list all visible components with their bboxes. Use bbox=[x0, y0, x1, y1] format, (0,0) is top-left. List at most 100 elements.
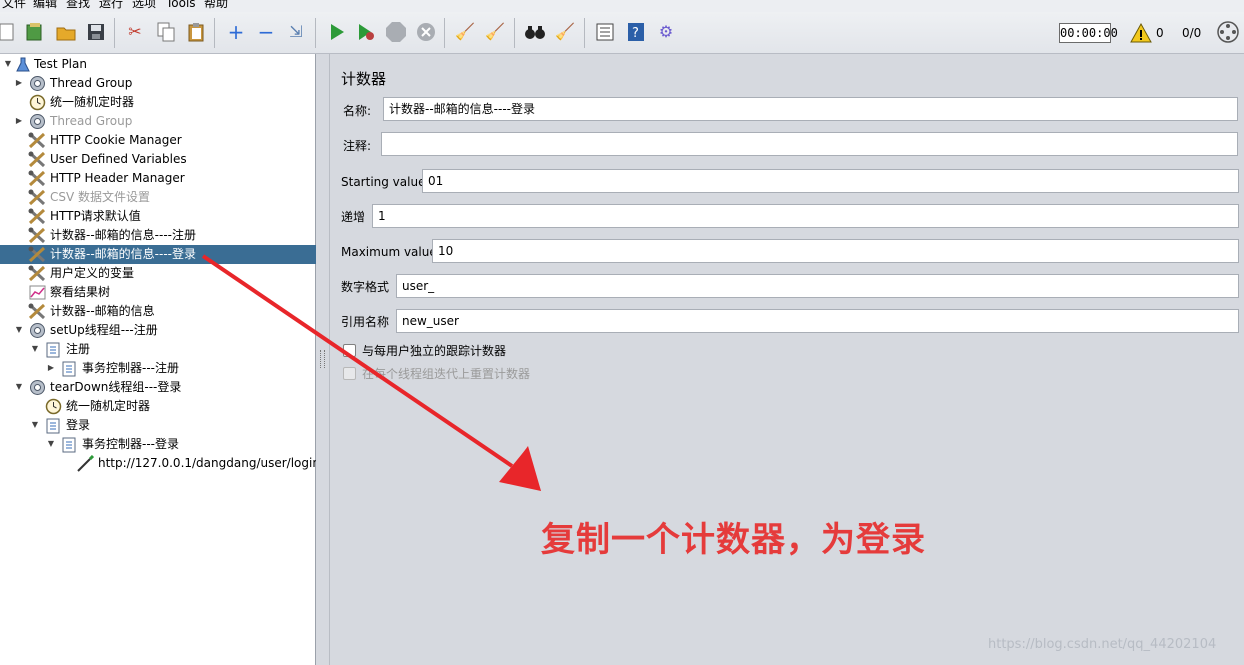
tree-node[interactable]: 统一随机定时器 bbox=[0, 397, 316, 416]
status-indicator-icon bbox=[1217, 21, 1239, 43]
config-tools-icon bbox=[28, 189, 46, 206]
collapse-all-icon[interactable]: − bbox=[255, 21, 277, 43]
test-plan-icon bbox=[14, 56, 32, 73]
menu-file[interactable]: 文件 bbox=[2, 0, 26, 10]
expanded-toggle-icon[interactable]: ▼ bbox=[46, 436, 56, 452]
reference-name-field[interactable]: new_user bbox=[396, 309, 1239, 333]
reset-per-iteration-label: 在每个线程组迭代上重置计数器 bbox=[362, 367, 531, 381]
tree-node[interactable]: ▶ 事务控制器---注册 bbox=[0, 359, 316, 378]
paste-icon[interactable] bbox=[185, 21, 207, 43]
clear-icon[interactable]: 🧹 bbox=[454, 21, 476, 43]
tree-node[interactable]: CSV 数据文件设置 bbox=[0, 188, 316, 207]
tree-node-label: Thread Group bbox=[50, 114, 133, 128]
copy-icon[interactable] bbox=[155, 21, 177, 43]
start-icon[interactable] bbox=[326, 21, 348, 43]
templates-icon[interactable] bbox=[24, 21, 46, 43]
tree-node[interactable]: 计数器--邮箱的信息----登录 bbox=[0, 245, 316, 264]
config-tools-icon bbox=[28, 170, 46, 187]
controller-icon bbox=[60, 436, 78, 453]
split-pane-divider[interactable] bbox=[316, 54, 330, 665]
shutdown-icon[interactable] bbox=[415, 21, 437, 43]
annotation-text: 复制一个计数器，为登录 bbox=[541, 520, 926, 560]
toggle-icon[interactable]: ⇲ bbox=[285, 21, 307, 43]
watermark: https://blog.csdn.net/qq_44202104 bbox=[988, 637, 1217, 652]
divider-grip[interactable] bbox=[320, 350, 325, 368]
track-per-user-checkbox[interactable] bbox=[343, 344, 356, 357]
tree-node[interactable]: ▶ Thread Group bbox=[0, 74, 316, 93]
clear-all-icon[interactable]: 🧹 bbox=[484, 21, 506, 43]
tree-node-label: 用户定义的变量 bbox=[50, 266, 135, 280]
open-folder-icon[interactable] bbox=[55, 21, 77, 43]
config-tools-icon bbox=[28, 132, 46, 149]
tree-node[interactable]: HTTP Header Manager bbox=[0, 169, 316, 188]
starting-value-field[interactable]: 01 bbox=[422, 169, 1239, 193]
number-format-field[interactable]: user_ bbox=[396, 274, 1239, 298]
gear-icon bbox=[28, 113, 46, 130]
config-tools-icon bbox=[28, 246, 46, 263]
controller-icon bbox=[60, 360, 78, 377]
tree-node[interactable]: ▼ Test Plan bbox=[0, 55, 316, 74]
tree-node-label: setUp线程组---注册 bbox=[50, 323, 158, 337]
help-book-icon[interactable]: ? bbox=[625, 21, 647, 43]
search-binoculars-icon[interactable] bbox=[524, 21, 546, 43]
tree-node-label: 注册 bbox=[66, 342, 91, 356]
tree-node[interactable]: ▼ tearDown线程组---登录 bbox=[0, 378, 316, 397]
svg-text:?: ? bbox=[632, 26, 639, 41]
tree-node[interactable]: ▼ 注册 bbox=[0, 340, 316, 359]
tree-node[interactable]: ▼ setUp线程组---注册 bbox=[0, 321, 316, 340]
tree-node[interactable]: HTTP Cookie Manager bbox=[0, 131, 316, 150]
save-icon[interactable] bbox=[85, 21, 107, 43]
function-helper-icon[interactable] bbox=[594, 21, 616, 43]
panel-title: 计数器 bbox=[341, 70, 387, 88]
expanded-toggle-icon[interactable]: ▼ bbox=[14, 322, 24, 338]
expanded-toggle-icon[interactable]: ▼ bbox=[30, 417, 40, 433]
tree-node-label: HTTP请求默认值 bbox=[50, 209, 141, 223]
start-no-pause-icon[interactable] bbox=[355, 21, 377, 43]
collapsed-toggle-icon[interactable]: ▶ bbox=[14, 75, 24, 91]
expanded-toggle-icon[interactable]: ▼ bbox=[3, 56, 13, 72]
number-format-label: 数字格式 bbox=[341, 280, 390, 294]
warning-count: 0 bbox=[1156, 26, 1164, 40]
config-tools-icon bbox=[28, 227, 46, 244]
tree-node[interactable]: ▼ 事务控制器---登录 bbox=[0, 435, 316, 454]
tree-node-label: 统一随机定时器 bbox=[50, 95, 135, 109]
tree-node[interactable]: 计数器--邮箱的信息 bbox=[0, 302, 316, 321]
collapsed-toggle-icon[interactable]: ▶ bbox=[14, 113, 24, 129]
expand-all-icon[interactable]: + bbox=[225, 21, 247, 43]
menu-tools[interactable]: Tools bbox=[166, 0, 196, 10]
tree-node[interactable]: 用户定义的变量 bbox=[0, 264, 316, 283]
reset-search-icon[interactable]: 🧹 bbox=[554, 21, 576, 43]
tree-node[interactable]: http://127.0.0.1/dangdang/user/login bbox=[0, 454, 320, 473]
tree-node[interactable]: 察看结果树 bbox=[0, 283, 316, 302]
test-plan-tree: ▼ Test Plan ▶ Thread Group 统一随机定时器 ▶ Thread Gr… bbox=[0, 54, 320, 665]
stop-icon[interactable] bbox=[385, 21, 407, 43]
gear-icon bbox=[28, 75, 46, 92]
new-icon[interactable] bbox=[0, 21, 18, 43]
menu-edit[interactable]: 编辑 bbox=[33, 0, 57, 10]
tree-node[interactable]: HTTP请求默认值 bbox=[0, 207, 316, 226]
reset-per-iteration-checkbox[interactable] bbox=[343, 367, 356, 380]
tree-node[interactable]: 统一随机定时器 bbox=[0, 93, 316, 112]
tree-node[interactable]: ▼ 登录 bbox=[0, 416, 316, 435]
collapsed-toggle-icon[interactable]: ▶ bbox=[46, 360, 56, 376]
tree-node[interactable]: 计数器--邮箱的信息----注册 bbox=[0, 226, 316, 245]
expanded-toggle-icon[interactable]: ▼ bbox=[14, 379, 24, 395]
increment-field[interactable]: 1 bbox=[372, 204, 1239, 228]
maximum-value-field[interactable]: 10 bbox=[432, 239, 1239, 263]
cut-icon[interactable]: ✂ bbox=[124, 21, 146, 43]
tree-node-label: 登录 bbox=[66, 418, 91, 432]
remote-icon[interactable]: ⚙ bbox=[655, 21, 677, 43]
menu-run[interactable]: 运行 bbox=[99, 0, 123, 10]
comment-field[interactable] bbox=[381, 132, 1238, 156]
timer-icon bbox=[44, 398, 62, 415]
tree-node[interactable]: ▶ Thread Group bbox=[0, 112, 316, 131]
expanded-toggle-icon[interactable]: ▼ bbox=[30, 341, 40, 357]
warning-icon[interactable] bbox=[1130, 22, 1152, 44]
menu-search[interactable]: 查找 bbox=[66, 0, 90, 10]
tree-node-label: Test Plan bbox=[34, 57, 87, 71]
name-field[interactable]: 计数器--邮箱的信息----登录 bbox=[383, 97, 1238, 121]
menu-help[interactable]: 帮助 bbox=[204, 0, 228, 10]
menu-options[interactable]: 选项 bbox=[132, 0, 156, 10]
tree-node-label: 察看结果树 bbox=[50, 285, 111, 299]
tree-node[interactable]: User Defined Variables bbox=[0, 150, 316, 169]
